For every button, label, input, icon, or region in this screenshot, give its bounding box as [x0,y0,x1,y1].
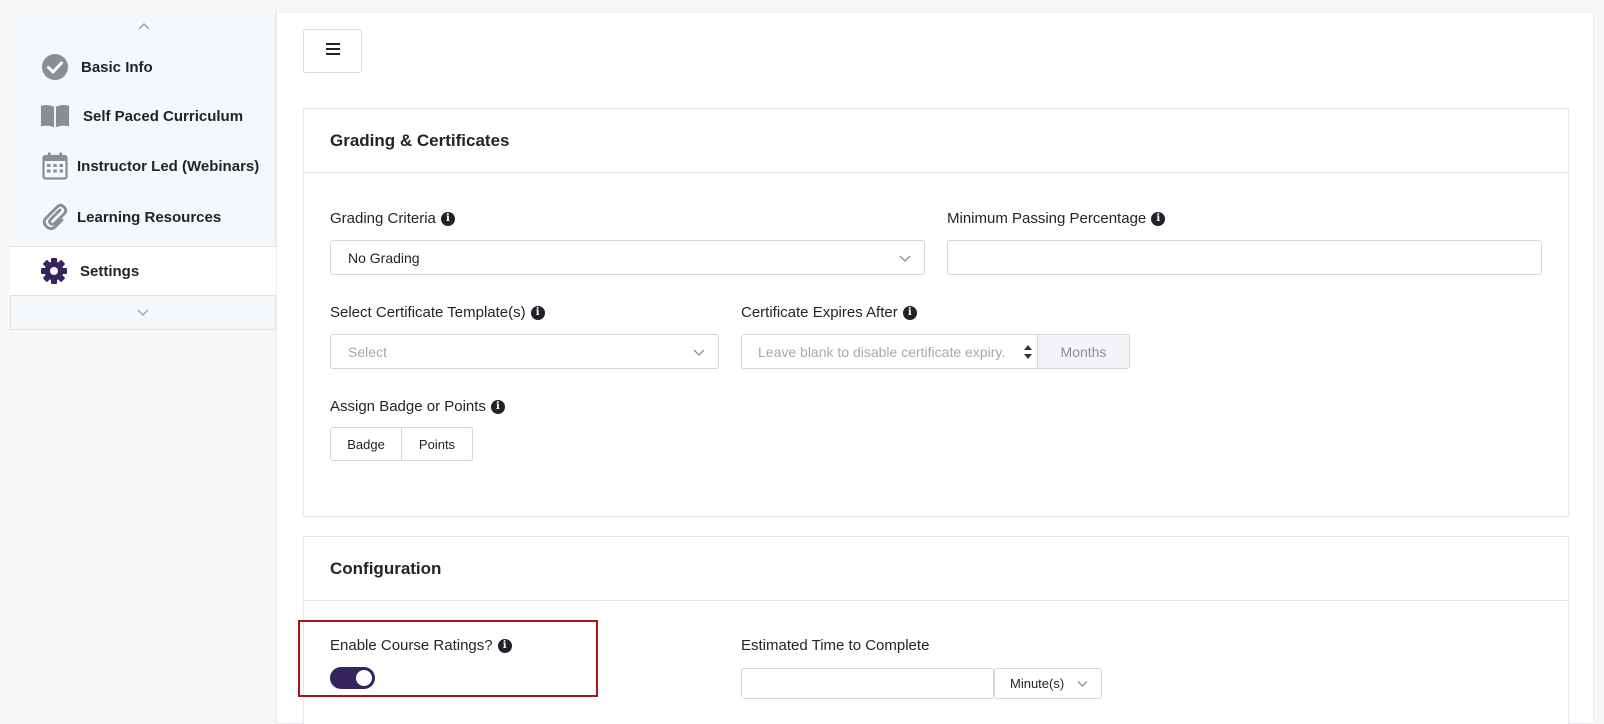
cert-expires-input[interactable]: Leave blank to disable certificate expir… [741,334,1038,369]
chevron-down-icon [692,345,706,359]
badge-points-label: Assign Badge or Points i [330,398,505,415]
spin-up-icon[interactable] [1024,344,1032,350]
menu-toggle-button[interactable] [303,29,362,73]
sidebar-item-self-paced-curriculum[interactable]: Self Paced Curriculum [10,91,276,141]
check-circle-icon [40,52,70,82]
sidebar-scroll-down[interactable] [10,296,276,330]
toggle-knob [356,670,372,686]
info-icon[interactable]: i [1151,211,1166,226]
label-text: Grading Criteria [330,210,436,227]
chevron-down-icon [898,251,912,265]
points-button[interactable]: Points [402,427,473,461]
spin-down-icon[interactable] [1024,353,1032,359]
sidebar-item-instructor-led[interactable]: Instructor Led (Webinars) [10,141,276,191]
sidebar-item-label: Learning Resources [77,208,222,226]
book-icon [40,101,70,131]
info-icon[interactable]: i [497,638,512,653]
label-text: Minimum Passing Percentage [947,210,1147,227]
chevron-down-icon [137,304,149,322]
cert-expires-group: Leave blank to disable certificate expir… [741,334,1130,369]
sidebar: Basic Info Self Paced Curriculum Instruc… [10,12,276,330]
paperclip-icon [40,202,70,232]
chevron-down-icon [1076,677,1089,690]
label-text: Certificate Expires After [741,304,898,321]
gear-icon [40,257,68,285]
chevron-up-icon[interactable] [134,16,154,36]
cert-template-select[interactable]: Select [330,334,719,369]
sidebar-item-label: Instructor Led (Webinars) [77,157,260,175]
placeholder-text: Select [348,343,387,360]
card-title: Configuration [304,537,1568,601]
selected-value: Minute(s) [1010,676,1065,691]
sidebar-item-label: Self Paced Curriculum [83,107,244,125]
grading-criteria-select[interactable]: No Grading [330,240,925,275]
cert-template-label: Select Certificate Template(s) i [330,304,545,321]
estimated-time-label: Estimated Time to Complete [741,637,929,654]
sidebar-item-learning-resources[interactable]: Learning Resources [10,192,276,242]
label-text: Select Certificate Template(s) [330,304,526,321]
course-ratings-toggle[interactable] [330,667,375,689]
course-ratings-label: Enable Course Ratings? i [330,637,512,654]
badge-button[interactable]: Badge [330,427,402,461]
sidebar-item-label: Settings [80,263,140,280]
sidebar-item-basic-info[interactable]: Basic Info [10,42,276,92]
info-icon[interactable]: i [902,305,917,320]
info-icon[interactable]: i [530,305,545,320]
badge-points-toggle: Badge Points [330,427,473,461]
placeholder-text: Leave blank to disable certificate expir… [758,343,1006,360]
info-icon[interactable]: i [490,399,505,414]
info-icon[interactable]: i [440,211,455,226]
sidebar-item-label: Basic Info [81,58,153,76]
months-addon: Months [1038,334,1130,369]
label-text: Assign Badge or Points [330,398,486,415]
hamburger-icon [325,42,340,60]
number-spinner[interactable] [1018,334,1038,369]
min-passing-label: Minimum Passing Percentage i [947,210,1166,227]
grading-criteria-label: Grading Criteria i [330,210,455,227]
card-title: Grading & Certificates [304,109,1568,173]
time-unit-select[interactable]: Minute(s) [994,668,1102,699]
selected-value: No Grading [348,249,420,266]
calendar-icon [40,151,70,181]
min-passing-input[interactable] [947,240,1542,275]
sidebar-menu: Basic Info Self Paced Curriculum Instruc… [10,12,276,246]
estimated-time-input[interactable] [741,668,994,699]
sidebar-item-settings[interactable]: Settings [10,246,276,296]
label-text: Estimated Time to Complete [741,637,930,654]
cert-expires-label: Certificate Expires After i [741,304,917,321]
label-text: Enable Course Ratings? [330,637,493,654]
